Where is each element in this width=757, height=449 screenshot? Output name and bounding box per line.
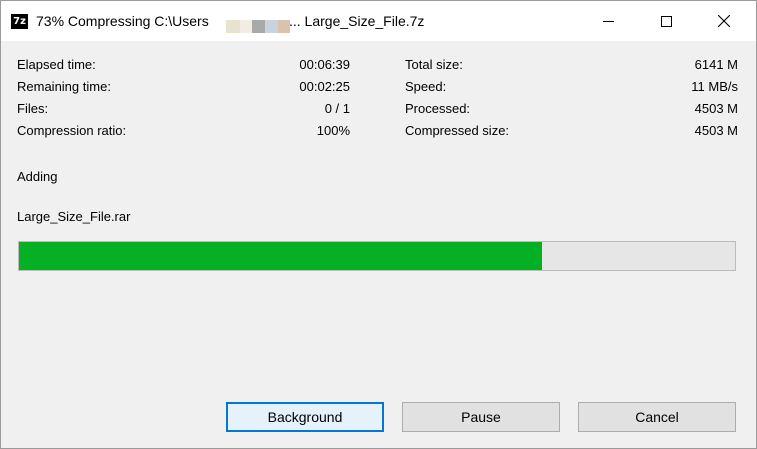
progress-bar <box>18 241 736 271</box>
elapsed-time-label: Elapsed time: <box>17 57 96 72</box>
remaining-time-value: 00:02:25 <box>299 79 350 94</box>
cancel-button[interactable]: Cancel <box>578 402 736 432</box>
total-size-value: 6141 M <box>694 57 738 72</box>
maximize-button[interactable] <box>637 1 695 41</box>
compressed-size-value: 4503 M <box>694 123 738 138</box>
pause-button[interactable]: Pause <box>402 402 560 432</box>
current-file-name: Large_Size_File.rar <box>17 209 131 224</box>
speed-label: Speed: <box>405 79 447 94</box>
close-button[interactable] <box>695 1 753 41</box>
remaining-time-label: Remaining time: <box>17 79 111 94</box>
minimize-button[interactable] <box>579 1 637 41</box>
files-label: Files: <box>17 101 49 116</box>
7zip-app-icon: 7z <box>11 14 28 29</box>
files-value: 0 / 1 <box>324 101 350 116</box>
compression-ratio-value: 100% <box>316 123 350 138</box>
window-title-prefix: 73% Compressing C:\Users <box>36 13 209 29</box>
redacted-username <box>226 20 290 33</box>
compression-ratio-label: Compression ratio: <box>17 123 127 138</box>
speed-value: 11 MB/s <box>691 79 738 94</box>
compress-progress-window: 7z 73% Compressing C:\Users ... Large_Si… <box>0 0 757 449</box>
window-title-suffix: ... Large_Size_File.7z <box>289 13 425 29</box>
compressed-size-label: Compressed size: <box>405 123 510 138</box>
processed-label: Processed: <box>405 101 471 116</box>
operation-status: Adding <box>17 169 58 184</box>
minimize-icon <box>602 20 614 22</box>
total-size-label: Total size: <box>405 57 463 72</box>
elapsed-time-value: 00:06:39 <box>299 57 350 72</box>
close-icon <box>718 15 730 27</box>
processed-value: 4503 M <box>694 101 738 116</box>
background-button[interactable]: Background <box>226 402 384 432</box>
progress-bar-fill <box>19 242 542 270</box>
maximize-icon <box>660 15 672 27</box>
title-bar[interactable]: 7z 73% Compressing C:\Users ... Large_Si… <box>1 1 756 41</box>
